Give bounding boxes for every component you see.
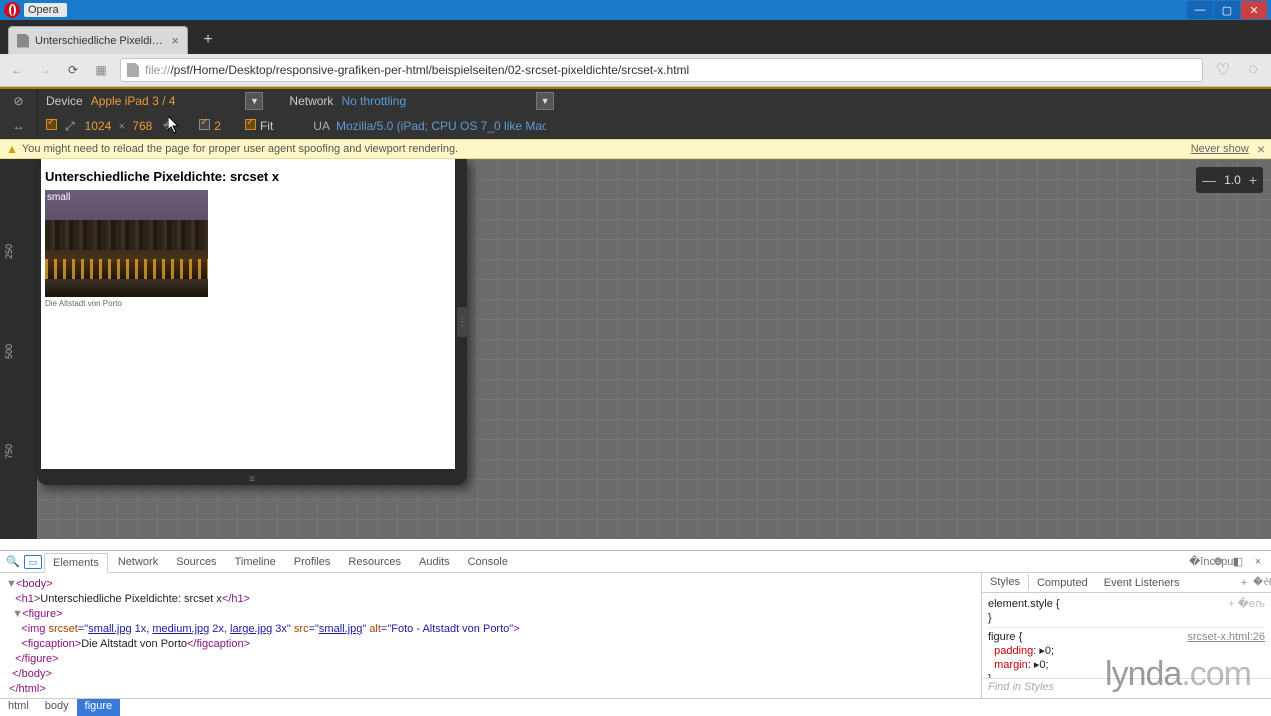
dropdown-icon[interactable]: ▼ bbox=[245, 92, 263, 110]
ua-label: UA bbox=[307, 119, 336, 133]
ua-value[interactable]: Mozilla/5.0 (iPad; CPU OS 7_0 like Mac .… bbox=[336, 119, 546, 133]
device-value: Apple iPad 3 / 4 bbox=[91, 94, 246, 108]
vertical-ruler: 250 500 750 bbox=[0, 159, 37, 539]
opera-logo-icon bbox=[4, 2, 20, 18]
toolbar: ← → ⟳ ▦ file:///psf/Home/Desktop/respons… bbox=[0, 54, 1271, 87]
tab-profiles[interactable]: Profiles bbox=[286, 553, 339, 571]
crumb-figure[interactable]: figure bbox=[77, 699, 121, 716]
find-in-styles[interactable]: Find in Styles bbox=[982, 678, 1271, 698]
tab-title: Unterschiedliche Pixeldich... bbox=[35, 35, 165, 47]
dropdown-icon[interactable]: ▼ bbox=[536, 92, 554, 110]
speed-dial-button[interactable]: ▦ bbox=[92, 61, 110, 79]
settings-gear-icon[interactable]: ⚙ bbox=[1209, 555, 1227, 568]
crumb-body[interactable]: body bbox=[37, 699, 77, 716]
emulated-page[interactable]: Unterschiedliche Pixeldichte: srcset x s… bbox=[41, 159, 455, 469]
console-drawer-icon[interactable]: �început bbox=[1189, 555, 1207, 568]
fit-label: Fit bbox=[256, 119, 277, 133]
side-tab-event-listeners[interactable]: Event Listeners bbox=[1096, 575, 1188, 591]
viewport-width[interactable]: 1024 bbox=[81, 119, 116, 133]
network-label: Network bbox=[281, 94, 341, 108]
never-show-link[interactable]: Never show bbox=[1191, 143, 1249, 155]
page-favicon-icon bbox=[17, 34, 29, 48]
devtools-panel: 🔍 ▭ Elements Network Sources Timeline Pr… bbox=[0, 550, 1271, 716]
devtools-close-icon[interactable]: × bbox=[1249, 556, 1267, 568]
browser-tab[interactable]: Unterschiedliche Pixeldich... × bbox=[8, 26, 188, 54]
tab-strip: Unterschiedliche Pixeldich... × + bbox=[0, 20, 1271, 54]
page-heading: Unterschiedliche Pixeldichte: srcset x bbox=[41, 159, 455, 190]
page-figure: small Die Altstadt von Porto bbox=[41, 190, 455, 308]
tab-audits[interactable]: Audits bbox=[411, 553, 458, 571]
window-maximize-button[interactable]: ▢ bbox=[1214, 1, 1240, 19]
styles-content[interactable]: element.style {+ �ељ } srcset-x.html:26 … bbox=[982, 593, 1271, 678]
elements-tree[interactable]: ▼<body> <h1>Unterschiedliche Pixeldichte… bbox=[0, 573, 981, 698]
address-bar[interactable]: file:///psf/Home/Desktop/responsive-graf… bbox=[120, 58, 1203, 82]
rotate-icon[interactable]: ⤢ bbox=[65, 119, 81, 134]
downloads-icon[interactable]: ◌ bbox=[1243, 60, 1263, 80]
warning-text: You might need to reload the page for pr… bbox=[22, 143, 458, 155]
source-link[interactable]: srcset-x.html:26 bbox=[1187, 630, 1265, 644]
crumb-html[interactable]: html bbox=[0, 699, 37, 716]
tab-network[interactable]: Network bbox=[110, 553, 166, 571]
breadcrumb[interactable]: html body figure bbox=[0, 698, 1271, 716]
dpr-checkbox[interactable] bbox=[199, 119, 210, 133]
viewport-height[interactable]: 768 bbox=[128, 119, 156, 133]
bookmark-heart-icon[interactable]: ♡ bbox=[1213, 60, 1233, 80]
warning-bar: ▲ You might need to reload the page for … bbox=[0, 139, 1271, 159]
back-button[interactable]: ← bbox=[8, 61, 26, 79]
dpr-value[interactable]: 2 bbox=[210, 119, 231, 133]
fit-checkbox[interactable] bbox=[245, 119, 256, 133]
dimension-separator: × bbox=[115, 119, 128, 133]
network-select[interactable]: No throttling ▼ bbox=[341, 92, 554, 110]
dock-icon[interactable]: ◧ bbox=[1229, 555, 1247, 568]
tab-close-button[interactable]: × bbox=[171, 33, 179, 48]
page-icon bbox=[127, 63, 139, 77]
toggle-device-icon[interactable]: ▭ bbox=[24, 555, 42, 569]
reload-button[interactable]: ⟳ bbox=[64, 61, 82, 79]
inspect-icon[interactable]: 🔍 bbox=[4, 555, 22, 568]
tab-sources[interactable]: Sources bbox=[168, 553, 224, 571]
zoom-value: 1.0 bbox=[1224, 173, 1241, 187]
url-text: file:///psf/Home/Desktop/responsive-graf… bbox=[145, 63, 1196, 77]
tab-console[interactable]: Console bbox=[460, 553, 516, 571]
tab-elements[interactable]: Elements bbox=[44, 553, 108, 573]
device-label: Device bbox=[38, 94, 91, 108]
network-value: No throttling bbox=[341, 94, 536, 108]
tab-resources[interactable]: Resources bbox=[340, 553, 409, 571]
tab-timeline[interactable]: Timeline bbox=[227, 553, 284, 571]
toggle-state-icon[interactable]: �સ bbox=[1253, 576, 1271, 589]
emulate-resolution-checkbox[interactable] bbox=[38, 119, 65, 133]
side-tab-styles[interactable]: Styles bbox=[982, 574, 1029, 591]
forward-button[interactable]: → bbox=[36, 61, 54, 79]
zoom-in-button[interactable]: + bbox=[1249, 172, 1257, 188]
home-indicator-icon: ≡ bbox=[237, 478, 267, 482]
app-name[interactable]: Opera bbox=[24, 3, 67, 17]
device-frame: Unterschiedliche Pixeldichte: srcset x s… bbox=[37, 159, 467, 485]
warning-icon: ▲ bbox=[6, 142, 18, 156]
image-overlay-label: small bbox=[47, 192, 70, 203]
figcaption: Die Altstadt von Porto bbox=[45, 297, 451, 308]
toggle-rulers-icon[interactable]: ↔ bbox=[0, 113, 38, 139]
swap-dimensions-icon[interactable]: ⟲ bbox=[156, 118, 179, 134]
new-tab-button[interactable]: + bbox=[196, 29, 220, 51]
warning-close-button[interactable]: × bbox=[1257, 141, 1265, 157]
window-close-button[interactable]: ✕ bbox=[1241, 1, 1267, 19]
device-select[interactable]: Apple iPad 3 / 4 ▼ bbox=[91, 92, 264, 110]
window-titlebar: Opera — ▢ ✕ bbox=[0, 0, 1271, 20]
emulator-viewport: 250 500 750 Unterschiedliche Pixeldichte… bbox=[0, 159, 1271, 539]
zoom-out-button[interactable]: — bbox=[1202, 172, 1216, 188]
styles-pane: Styles Computed Event Listeners + �સ ele… bbox=[981, 573, 1271, 698]
resize-handle[interactable]: ⋮ bbox=[457, 307, 467, 337]
disable-emulation-icon[interactable]: ⊘ bbox=[0, 89, 38, 113]
side-tab-computed[interactable]: Computed bbox=[1029, 575, 1096, 591]
devtools-tabs: 🔍 ▭ Elements Network Sources Timeline Pr… bbox=[0, 551, 1271, 573]
window-minimize-button[interactable]: — bbox=[1187, 1, 1213, 19]
page-image: small bbox=[45, 190, 208, 297]
new-style-rule-icon[interactable]: + bbox=[1235, 577, 1253, 589]
zoom-control[interactable]: — 1.0 + bbox=[1196, 167, 1263, 193]
device-toolbar: ⊘ Device Apple iPad 3 / 4 ▼ Network No t… bbox=[0, 87, 1271, 139]
